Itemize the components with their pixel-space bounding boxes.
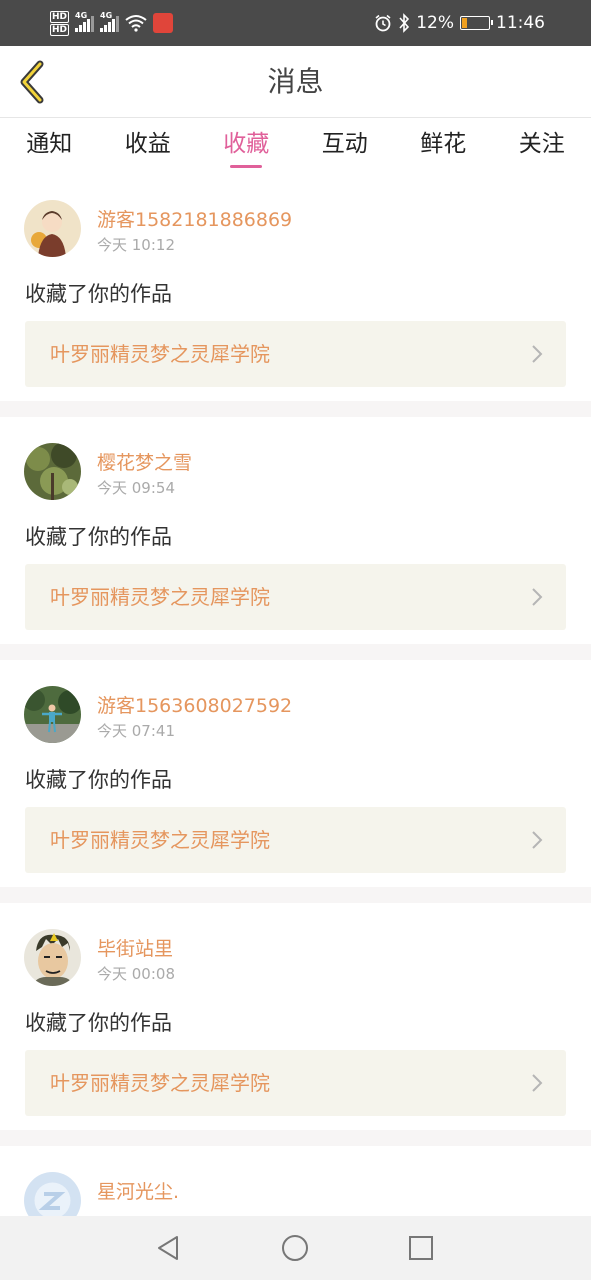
chevron-right-icon [532, 831, 543, 849]
message-card: 毕街站里 今天 00:08 收藏了你的作品 叶罗丽精灵梦之灵犀学院 [0, 903, 591, 1146]
chevron-right-icon [532, 1074, 543, 1092]
tab-follows[interactable]: 关注 [493, 118, 591, 174]
message-time: 今天 10:12 [97, 236, 175, 254]
avatar[interactable] [24, 200, 81, 257]
title-bar: 消息 [0, 46, 591, 118]
tab-favorites[interactable]: 收藏 [197, 118, 296, 174]
message-time: 今天 00:08 [97, 965, 175, 983]
battery-icon [460, 16, 493, 30]
clock: 11:46 [496, 13, 545, 33]
message-list: 游客1582181886869 今天 10:12 收藏了你的作品 叶罗丽精灵梦之… [0, 174, 591, 1236]
message-card: 游客1563608027592 今天 07:41 收藏了你的作品 叶罗丽精灵梦之… [0, 660, 591, 903]
username[interactable]: 游客1563608027592 [97, 691, 292, 718]
action-text: 收藏了你的作品 [25, 1011, 172, 1035]
action-text: 收藏了你的作品 [25, 768, 172, 792]
username[interactable]: 游客1582181886869 [97, 205, 292, 232]
message-time: 今天 09:54 [97, 479, 175, 497]
tab-earnings[interactable]: 收益 [99, 118, 198, 174]
hd-badge-2: HD [50, 23, 70, 36]
hd-indicators: HD HD [50, 10, 70, 36]
action-text: 收藏了你的作品 [25, 525, 172, 549]
work-title: 叶罗丽精灵梦之灵犀学院 [50, 585, 270, 609]
tab-flowers[interactable]: 鲜花 [394, 118, 493, 174]
page-title: 消息 [267, 65, 324, 98]
avatar[interactable] [24, 929, 81, 986]
nav-home-icon[interactable] [279, 1232, 311, 1264]
username[interactable]: 樱花梦之雪 [97, 448, 192, 475]
message-card: 樱花梦之雪 今天 09:54 收藏了你的作品 叶罗丽精灵梦之灵犀学院 [0, 417, 591, 660]
tab-bar: 通知 收益 收藏 互动 鲜花 关注 [0, 118, 591, 174]
status-bar: HD HD 4G 4G 12% 11:46 [0, 0, 591, 46]
work-title: 叶罗丽精灵梦之灵犀学院 [50, 828, 270, 852]
hd-badge-1: HD [50, 10, 70, 23]
work-title: 叶罗丽精灵梦之灵犀学院 [50, 342, 270, 366]
signal-icon-1: 4G [75, 11, 95, 32]
system-nav-bar [0, 1216, 591, 1280]
work-link[interactable]: 叶罗丽精灵梦之灵犀学院 [25, 807, 566, 873]
chevron-right-icon [532, 588, 543, 606]
bluetooth-icon [399, 13, 410, 33]
status-right: 12% 11:46 [374, 0, 545, 46]
work-link[interactable]: 叶罗丽精灵梦之灵犀学院 [25, 564, 566, 630]
work-link[interactable]: 叶罗丽精灵梦之灵犀学院 [25, 1050, 566, 1116]
avatar[interactable] [24, 686, 81, 743]
wifi-icon [125, 15, 147, 32]
signal-icon-2: 4G [100, 11, 120, 32]
message-time: 今天 07:41 [97, 722, 175, 740]
tab-interactions[interactable]: 互动 [296, 118, 395, 174]
chevron-right-icon [532, 345, 543, 363]
alarm-icon [375, 14, 391, 32]
tab-notifications[interactable]: 通知 [0, 118, 99, 174]
action-text: 收藏了你的作品 [25, 282, 172, 306]
status-left: HD HD 4G 4G [50, 6, 174, 40]
battery-percent: 12% [416, 13, 454, 33]
avatar[interactable] [24, 443, 81, 500]
work-title: 叶罗丽精灵梦之灵犀学院 [50, 1071, 270, 1095]
nav-recents-icon[interactable] [405, 1232, 437, 1264]
username[interactable]: 毕街站里 [97, 934, 173, 961]
message-card: 游客1582181886869 今天 10:12 收藏了你的作品 叶罗丽精灵梦之… [0, 174, 591, 417]
username[interactable]: 星河光尘. [97, 1177, 179, 1204]
app-notification-icon [153, 13, 174, 33]
work-link[interactable]: 叶罗丽精灵梦之灵犀学院 [25, 321, 566, 387]
nav-back-icon[interactable] [153, 1232, 185, 1264]
